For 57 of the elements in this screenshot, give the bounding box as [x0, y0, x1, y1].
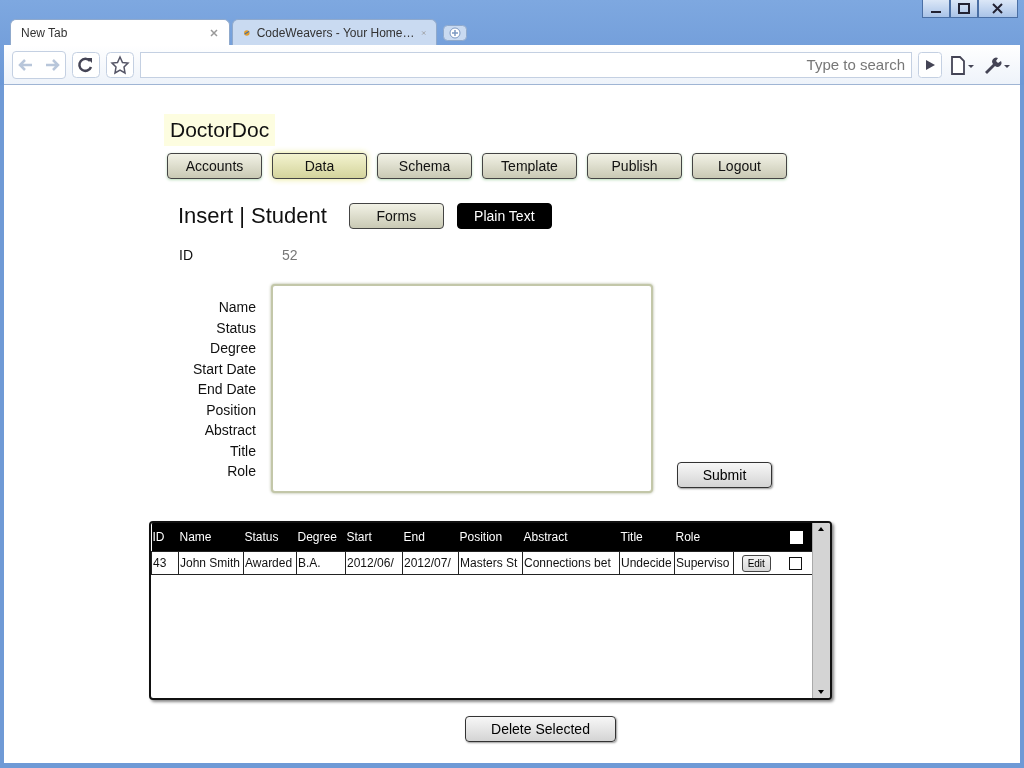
new-tab-icon[interactable]	[443, 25, 467, 41]
page-icon[interactable]	[948, 53, 976, 76]
field-label: Name	[218, 298, 256, 317]
table-cell: Masters St	[458, 551, 523, 575]
close-icon[interactable]	[978, 0, 1018, 18]
field-label: Status	[216, 318, 256, 338]
table-cell: 43	[151, 551, 179, 575]
scrollbar[interactable]	[812, 523, 830, 698]
browser-tab[interactable]: New Tab	[10, 19, 230, 45]
submit-button[interactable]: Submit	[677, 462, 772, 488]
browser-tab[interactable]: CodeWeavers - Your Home…	[232, 19, 437, 45]
mode-toggle-button[interactable]: Forms	[348, 203, 444, 229]
id-value: 52	[282, 247, 298, 263]
column-header: Title	[619, 523, 675, 552]
field-label: Position	[206, 400, 256, 420]
app-logo: DoctorDoc	[164, 114, 276, 146]
play-icon[interactable]	[918, 51, 942, 78]
nav-button[interactable]: Accounts	[167, 153, 262, 179]
edit-button[interactable]: Edit	[741, 554, 771, 572]
column-header: Role	[674, 523, 734, 552]
table-cell: Undecide	[619, 551, 675, 575]
column-header: Position	[458, 523, 523, 552]
delete-selected-button[interactable]: Delete Selected	[465, 716, 616, 742]
address-field[interactable]: Type to search	[140, 51, 912, 78]
field-label: Degree	[210, 339, 256, 358]
row-checkbox[interactable]	[789, 556, 803, 570]
table-cell: 2012/07/	[402, 551, 459, 575]
field-label: Role	[227, 462, 256, 481]
column-header: Status	[243, 523, 297, 552]
minimize-icon[interactable]	[922, 0, 950, 18]
mode-toggle-button[interactable]: Plain Text	[456, 203, 552, 229]
reload-icon[interactable]	[72, 51, 100, 78]
nav-button[interactable]: Template	[482, 153, 577, 179]
page-heading: Insert | Student	[178, 203, 327, 229]
table-cell: Awarded	[243, 551, 297, 575]
field-label: Start Date	[192, 359, 256, 379]
table-cell: John Smith	[178, 551, 244, 575]
column-header: Abstract	[522, 523, 620, 552]
field-label: Title	[230, 441, 256, 461]
column-header: End	[402, 523, 459, 552]
table-cell: 2012/06/	[345, 551, 403, 575]
nav-button[interactable]: Data	[272, 153, 367, 179]
field-label: Abstract	[204, 421, 256, 440]
column-header: Name	[178, 523, 244, 552]
column-header: Degree	[296, 523, 346, 552]
nav-button[interactable]: Publish	[587, 153, 682, 179]
column-header: ID	[151, 523, 179, 552]
id-label: ID	[179, 247, 194, 263]
nav-button[interactable]: Logout	[692, 153, 787, 179]
nav-button[interactable]: Schema	[377, 153, 472, 179]
column-header: Start	[345, 523, 403, 552]
select-all-checkbox[interactable]	[789, 530, 803, 544]
table-cell: Superviso	[674, 551, 734, 575]
field-label: End Date	[197, 380, 256, 399]
table-cell: B.A.	[296, 551, 346, 575]
table-cell: Connections bet	[522, 551, 620, 575]
maximize-icon[interactable]	[950, 0, 978, 18]
